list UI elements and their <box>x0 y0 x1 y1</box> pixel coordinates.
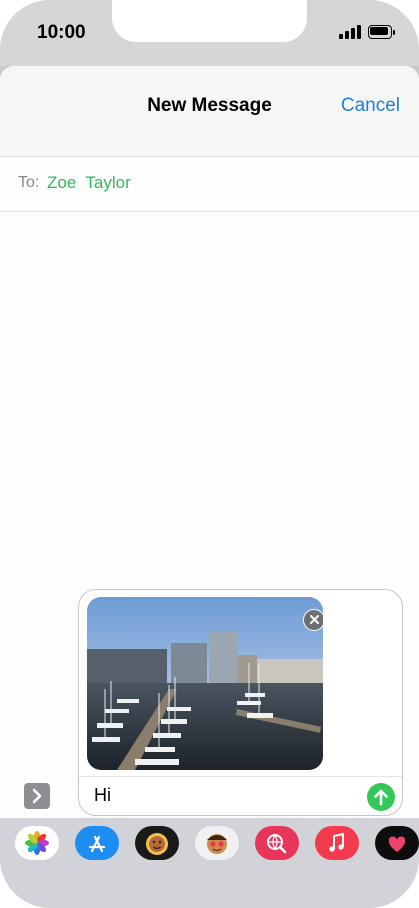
to-label: To: <box>18 174 40 191</box>
cancel-button[interactable]: Cancel <box>341 95 400 117</box>
phone-screen: 10:00 New Message Cancel To: Zoe Taylor <box>0 0 419 908</box>
app-store-icon[interactable] <box>75 826 119 860</box>
close-icon <box>309 615 319 624</box>
memoji-stickers-icon[interactable] <box>135 826 179 860</box>
send-button[interactable] <box>367 783 395 811</box>
to-field[interactable]: To: Zoe Taylor <box>0 157 419 212</box>
animoji-icon[interactable] <box>195 826 239 860</box>
arrow-up-icon <box>374 789 388 806</box>
expand-apps-button[interactable] <box>24 783 50 809</box>
app-drawer <box>0 818 419 908</box>
status-bar: 10:00 <box>0 0 419 66</box>
digital-touch-icon[interactable] <box>375 826 419 860</box>
remove-attachment-button[interactable] <box>303 609 323 631</box>
signal-icon <box>339 25 361 39</box>
new-message-sheet: New Message Cancel To: Zoe Taylor Hi <box>0 66 419 908</box>
notch <box>112 0 307 42</box>
image-search-icon[interactable] <box>255 826 299 860</box>
nav-bar: New Message Cancel <box>0 66 419 157</box>
music-icon[interactable] <box>315 826 359 860</box>
compose-divider <box>79 776 402 777</box>
chevron-right-icon <box>32 788 42 804</box>
compose-field[interactable]: Hi <box>78 589 403 816</box>
recipient-chip[interactable]: Zoe Taylor <box>47 173 131 193</box>
photos-icon[interactable] <box>15 826 59 860</box>
status-time: 10:00 <box>37 22 86 43</box>
message-input[interactable]: Hi <box>94 785 111 806</box>
harbor-photo <box>87 597 323 770</box>
battery-icon <box>368 25 395 39</box>
photo-attachment[interactable] <box>87 597 323 770</box>
